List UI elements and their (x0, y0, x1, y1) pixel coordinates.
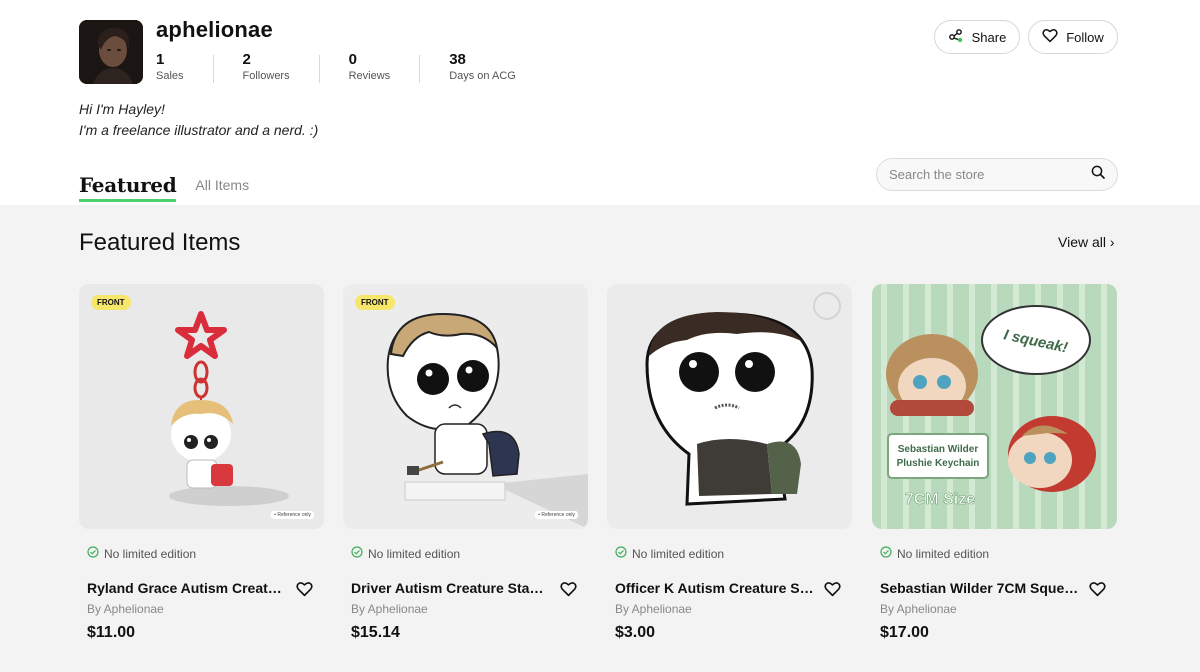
edition-label: No limited edition (104, 546, 197, 561)
check-circle-icon (351, 546, 363, 561)
store-header: aphelionae 1 Sales 2 Followers 0 Reviews… (0, 0, 1200, 205)
edition-label: No limited edition (368, 546, 461, 561)
product-price: $15.14 (351, 624, 400, 641)
edition-status: No limited edition (87, 546, 196, 561)
product-title[interactable]: Officer K Autism Creature Sticker (615, 580, 815, 596)
product-seller: By Aphelionae (880, 602, 957, 616)
check-circle-icon (880, 546, 892, 561)
store-tabs: Featured All Items (79, 173, 249, 202)
edition-label: No limited edition (897, 546, 990, 561)
check-circle-icon (87, 546, 99, 561)
product-card[interactable]: FRONT • Reference only No limited editio… (79, 284, 324, 641)
front-badge: FRONT (91, 295, 131, 310)
edition-status: No limited edition (615, 546, 724, 561)
stat-followers: 2 Followers (242, 51, 320, 83)
product-title[interactable]: Ryland Grace Autism Creature Acrylic Key… (87, 580, 287, 596)
share-button[interactable]: Share (934, 20, 1020, 54)
store-stats: 1 Sales 2 Followers 0 Reviews 38 Days on… (156, 51, 574, 85)
product-seller: By Aphelionae (351, 602, 428, 616)
search-input[interactable] (889, 167, 1091, 182)
product-card[interactable]: I squeak! Sebastian Wilder Plushie Keycha… (872, 284, 1117, 641)
edition-label: No limited edition (632, 546, 725, 561)
search-icon[interactable] (1091, 165, 1105, 184)
bio-line: Hi I'm Hayley! (79, 101, 165, 117)
favorite-heart-icon[interactable] (1089, 581, 1106, 602)
edition-status: No limited edition (880, 546, 989, 561)
product-title[interactable]: Sebastian Wilder 7CM Squeaky Plushie Key… (880, 580, 1080, 596)
product-seller: By Aphelionae (615, 602, 692, 616)
stat-label: Reviews (348, 70, 391, 82)
tab-featured[interactable]: Featured (79, 173, 177, 202)
product-image[interactable]: I squeak! Sebastian Wilder Plushie Keycha… (872, 284, 1117, 529)
product-image[interactable]: FRONT • Reference only (343, 284, 588, 529)
share-label: Share (971, 29, 1007, 45)
product-card[interactable]: FRONT • Reference only No limited editio… (343, 284, 588, 641)
store-search (876, 158, 1118, 191)
heart-icon (1042, 28, 1058, 46)
favorite-heart-icon[interactable] (560, 581, 577, 602)
product-price: $3.00 (615, 624, 656, 641)
product-price: $11.00 (87, 624, 136, 641)
stat-label: Days on ACG (449, 70, 516, 82)
section-title: Featured Items (79, 229, 241, 256)
stat-sales: 1 Sales (156, 51, 214, 83)
follow-label: Follow (1066, 29, 1104, 45)
product-title[interactable]: Driver Autism Creature Standee (351, 580, 551, 596)
follow-button[interactable]: Follow (1028, 20, 1118, 54)
front-badge: FRONT (355, 295, 395, 310)
share-icon (948, 28, 964, 47)
stat-days: 38 Days on ACG (449, 51, 545, 83)
stat-value: 1 (156, 51, 165, 68)
bio-line: I'm a freelance illustrator and a nerd. … (79, 122, 319, 138)
store-bio: Hi I'm Hayley! I'm a freelance illustrat… (79, 99, 318, 141)
featured-section: Featured Items View all › FRONT • Refere… (0, 205, 1200, 672)
favorite-heart-icon[interactable] (824, 581, 841, 602)
view-all-link[interactable]: View all › (1058, 234, 1115, 250)
stat-label: Followers (242, 70, 290, 82)
reference-label: • Reference only (535, 511, 578, 519)
stat-reviews: 0 Reviews (348, 51, 421, 83)
tab-all-items[interactable]: All Items (195, 177, 249, 202)
product-image[interactable]: FRONT • Reference only (79, 284, 324, 529)
product-card[interactable]: No limited edition Officer K Autism Crea… (607, 284, 852, 641)
store-name: aphelionae (156, 17, 273, 42)
check-circle-icon (615, 546, 627, 561)
stat-value: 2 (242, 51, 251, 68)
stat-value: 38 (449, 51, 466, 68)
size-text: 7CM Size (905, 491, 975, 508)
favorite-heart-icon[interactable] (296, 581, 313, 602)
stat-value: 0 (348, 51, 357, 68)
store-avatar[interactable] (79, 20, 143, 84)
product-image[interactable] (607, 284, 852, 529)
edition-status: No limited edition (351, 546, 460, 561)
product-seller: By Aphelionae (87, 602, 164, 616)
reference-label: • Reference only (271, 511, 314, 519)
product-price: $17.00 (880, 624, 929, 641)
stat-label: Sales (156, 70, 184, 82)
